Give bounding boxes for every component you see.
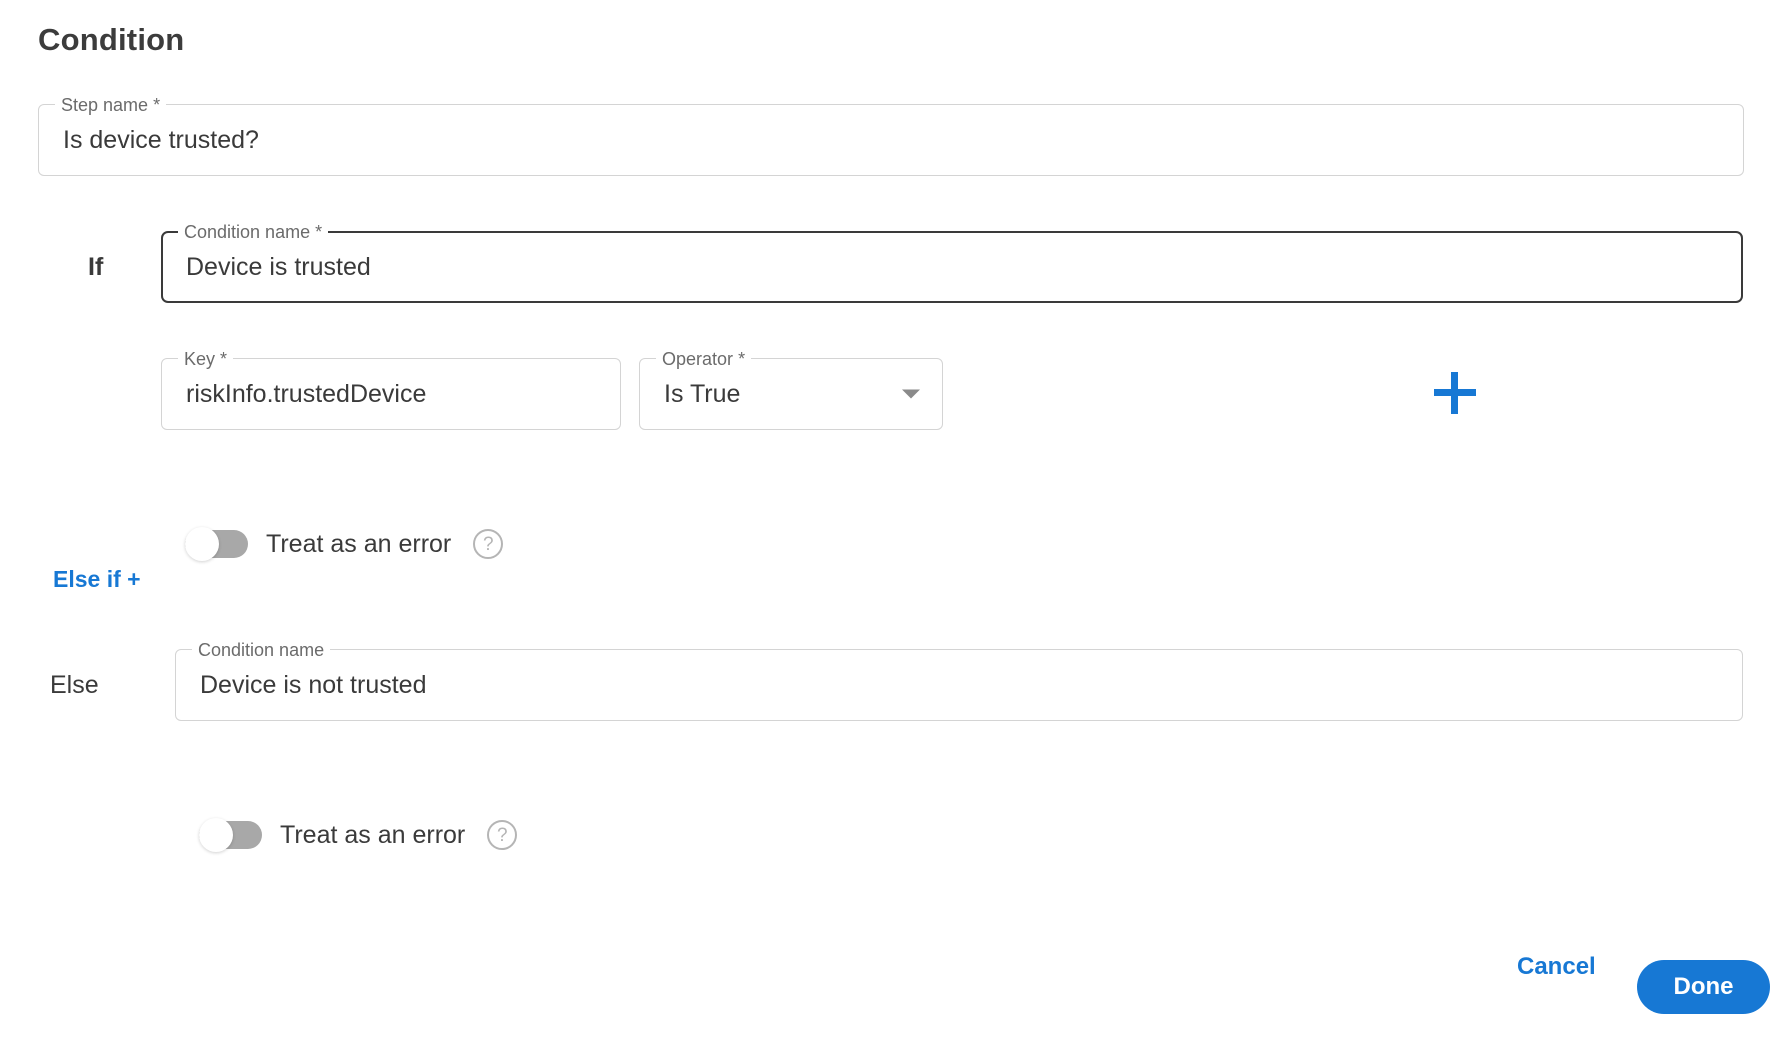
step-name-field[interactable]: Step name * Is device trusted? [38,95,1744,176]
operator-label: Operator * [656,349,752,369]
key-field[interactable]: Key * riskInfo.trustedDevice [161,349,621,430]
add-condition-plus-icon[interactable] [1434,372,1476,414]
else-treat-as-error-label: Treat as an error [280,820,466,849]
question-mark-icon[interactable]: ? [473,529,504,559]
done-button[interactable]: Done [1637,960,1770,1014]
if-treat-as-error-label: Treat as an error [266,529,452,558]
page-title: Condition [38,22,185,57]
toggle-knob [199,818,233,852]
required-marker: * [220,349,228,369]
operator-value: Is True [664,380,741,408]
else-condition-name-value: Device is not trusted [200,671,427,699]
if-treat-as-error-row: Treat as an error ? [185,527,504,561]
required-marker: * [153,95,161,115]
key-label: Key * [178,349,234,369]
step-name-label: Step name * [55,95,167,115]
step-name-value: Is device trusted? [63,126,259,154]
if-treat-as-error-toggle[interactable] [185,527,248,561]
required-marker: * [315,222,323,242]
if-branch-label: If [88,253,104,281]
key-value: riskInfo.trustedDevice [186,380,427,408]
required-marker: * [738,349,746,369]
else-if-add-link[interactable]: Else if + [53,566,141,593]
operator-select[interactable]: Operator * Is True [639,349,943,430]
else-condition-name-field[interactable]: Condition name Device is not trusted [175,640,1743,721]
toggle-knob [185,527,219,561]
else-treat-as-error-row: Treat as an error ? [199,818,518,852]
else-condition-name-label: Condition name [192,640,331,660]
chevron-down-icon[interactable] [902,389,920,399]
else-treat-as-error-toggle[interactable] [199,818,262,852]
question-mark-icon[interactable]: ? [487,820,518,850]
else-branch-label: Else [50,671,99,699]
if-condition-name-value: Device is trusted [186,253,371,281]
cancel-button[interactable]: Cancel [1517,953,1596,981]
if-condition-name-field[interactable]: Condition name * Device is trusted [161,222,1743,303]
if-condition-name-label: Condition name * [178,222,329,242]
